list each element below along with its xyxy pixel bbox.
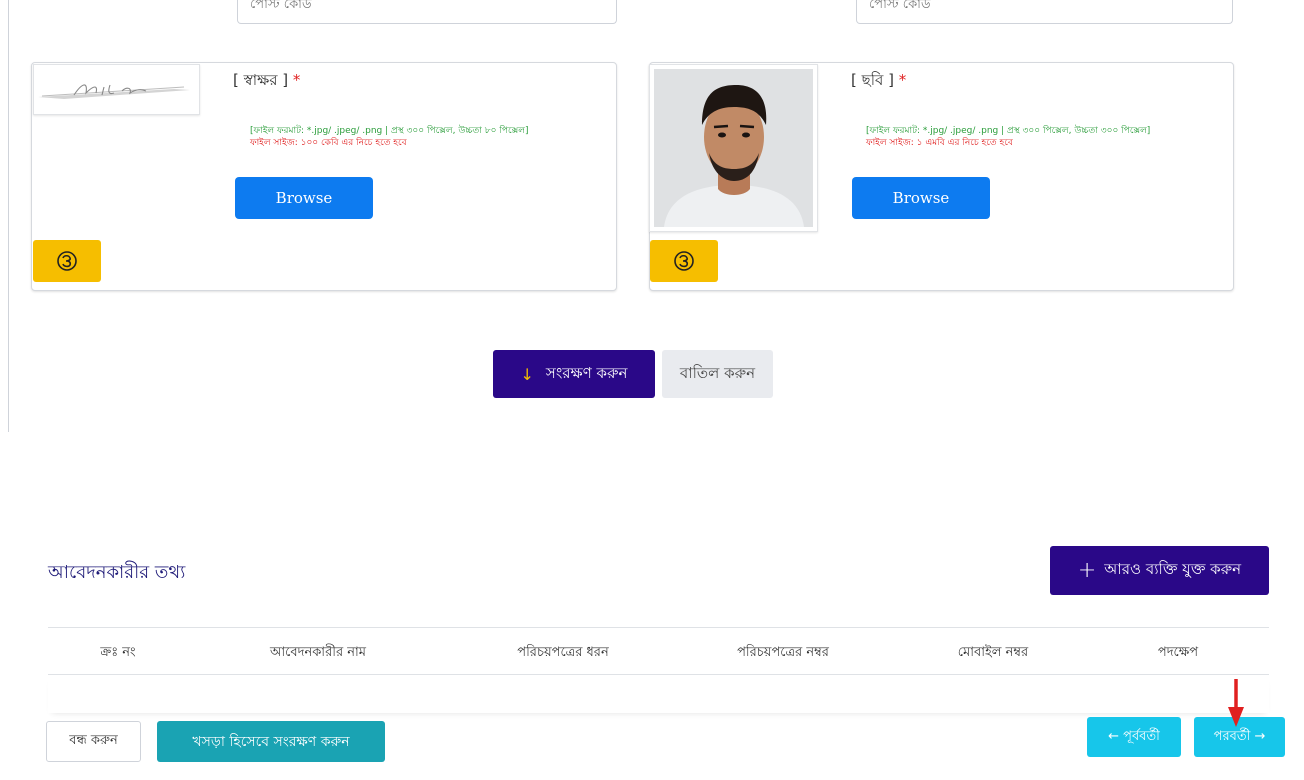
column-header-action: পদক্ষেপ [1157,645,1199,660]
photo-size-hint: ফাইল সাইজ: ১ এমবি এর নিচে হতে হবে [866,138,1013,148]
post-code-input-right[interactable]: পোস্ট কোড [856,0,1233,24]
signature-browse-button[interactable]: Browse [235,177,373,219]
annotation-arrow-icon [1228,679,1244,727]
applicant-photo [654,69,813,227]
signature-preview [33,64,200,115]
applicant-info-title: আবেদনকারীর তথ্য [48,562,186,583]
signature-rotate-button[interactable] [33,240,101,282]
post-code-input-right-text: পোস্ট কোড [869,0,931,12]
photo-browse-button[interactable]: Browse [852,177,990,219]
previous-button[interactable]: ← পূর্ববর্তী [1087,717,1181,757]
photo-rotate-button[interactable] [650,240,718,282]
column-header-id-number: পরিচয়পত্রের নম্বর [737,645,829,660]
add-person-label: আরও ব্যক্তি যুক্ত করুন [1104,560,1242,578]
save-button[interactable]: ↓ সংরক্ষণ করুন [493,350,655,398]
save-draft-button[interactable]: খসড়া হিসেবে সংরক্ষণ করুন [157,721,385,762]
left-border [8,0,9,432]
signature-title-text: [ স্বাক্ষর ] [233,71,289,89]
photo-preview [649,64,818,232]
applicant-table-body [48,675,1269,713]
save-button-label: সংরক্ষণ করুন [545,363,628,382]
signature-size-hint: ফাইল সাইজ: ১০০ কেবি এর নিচে হতে হবে [250,138,407,148]
save-arrow-icon: ↓ [520,364,534,384]
column-header-name: আবেদনকারীর নাম [270,645,366,660]
cancel-button[interactable]: বাতিল করুন [662,350,773,398]
post-code-input-left-text: পোস্ট কোড [250,0,312,12]
signature-required-mark: * [292,71,301,89]
column-header-id-type: পরিচয়পত্রের ধরন [517,645,609,660]
close-button[interactable]: বন্ধ করুন [46,721,141,762]
rotate-icon [57,251,77,271]
signature-image [38,84,190,99]
plus-icon: + [1077,558,1097,583]
photo-title-text: [ ছবি ] [851,71,894,89]
post-code-input-left[interactable]: পোস্ট কোড [237,0,617,24]
column-header-mobile: মোবাইল নম্বর [957,645,1029,660]
add-person-button[interactable]: + আরও ব্যক্তি যুক্ত করুন [1050,546,1269,595]
photo-required-mark: * [898,71,907,89]
signature-card-title: [ স্বাক্ষর ] * [233,69,300,94]
column-header-serial: ক্রঃ নং [100,645,136,660]
applicant-table-header: ক্রঃ নং আবেদনকারীর নাম পরিচয়পত্রের ধরন … [48,628,1269,674]
photo-card-title: [ ছবি ] * [851,69,906,94]
rotate-icon [674,251,694,271]
